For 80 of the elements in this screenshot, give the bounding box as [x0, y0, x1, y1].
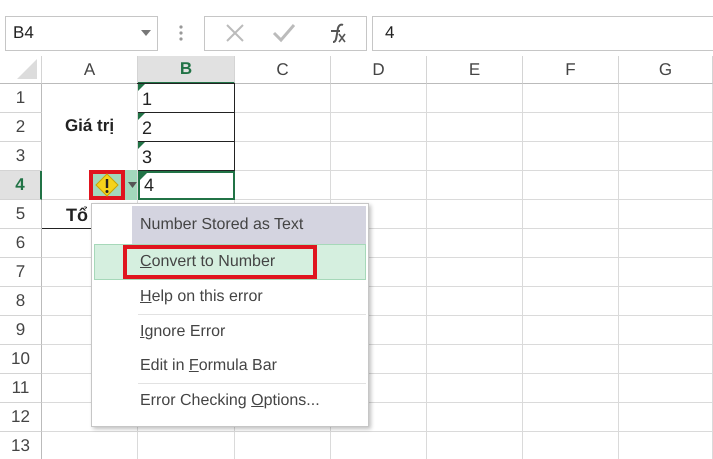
empty-cell[interactable] — [331, 171, 427, 200]
column-header[interactable]: C — [235, 56, 331, 84]
empty-cell[interactable] — [427, 200, 523, 229]
empty-cell[interactable] — [331, 113, 427, 142]
empty-cell[interactable] — [523, 200, 619, 229]
select-all-triangle-icon[interactable] — [17, 59, 37, 79]
row-header[interactable]: 8 — [0, 287, 42, 316]
menu-title: Number Stored as Text — [132, 206, 366, 244]
empty-cell[interactable] — [619, 113, 713, 142]
empty-cell[interactable] — [523, 374, 619, 403]
cell-value[interactable]: 3 — [137, 141, 235, 171]
empty-cell[interactable] — [427, 84, 523, 113]
cell-value[interactable]: 1 — [137, 83, 235, 113]
name-box[interactable]: B4 — [5, 16, 158, 50]
empty-cell[interactable] — [523, 113, 619, 142]
empty-cell[interactable] — [619, 171, 713, 200]
empty-cell[interactable] — [427, 374, 523, 403]
row-header[interactable]: 2 — [0, 113, 42, 142]
empty-cell[interactable] — [619, 287, 713, 316]
empty-cell[interactable] — [523, 84, 619, 113]
empty-cell[interactable] — [427, 316, 523, 345]
empty-cell[interactable] — [523, 316, 619, 345]
empty-cell[interactable] — [331, 142, 427, 171]
empty-cell[interactable] — [619, 374, 713, 403]
empty-cell[interactable] — [235, 84, 331, 113]
empty-cell[interactable] — [427, 171, 523, 200]
column-header[interactable]: E — [427, 56, 523, 84]
column-header[interactable]: F — [523, 56, 619, 84]
empty-cell[interactable] — [619, 316, 713, 345]
caret-icon — [128, 182, 137, 188]
empty-cell[interactable] — [427, 142, 523, 171]
empty-cell[interactable] — [619, 258, 713, 287]
column-header[interactable]: B — [138, 56, 235, 84]
column-header[interactable]: A — [42, 56, 138, 84]
empty-cell[interactable] — [427, 113, 523, 142]
empty-cell[interactable] — [619, 345, 713, 374]
formula-field[interactable]: 4 — [372, 16, 713, 50]
menu-item[interactable]: Error Checking Options... — [94, 384, 366, 418]
row-header[interactable]: 5 — [0, 200, 42, 229]
dropdown-caret-icon[interactable] — [141, 30, 151, 36]
menu-item[interactable]: Edit in Formula Bar — [94, 349, 366, 383]
empty-cell[interactable] — [523, 142, 619, 171]
menu-item[interactable]: Convert to Number — [123, 245, 317, 279]
grip-icon[interactable] — [179, 25, 183, 41]
row-header[interactable]: 7 — [0, 258, 42, 287]
empty-cell[interactable] — [523, 171, 619, 200]
empty-cell[interactable] — [523, 345, 619, 374]
empty-cell[interactable] — [619, 403, 713, 432]
empty-cell[interactable] — [619, 84, 713, 113]
column-header[interactable]: D — [331, 56, 427, 84]
empty-cell[interactable] — [331, 84, 427, 113]
menu-item[interactable]: Ignore Error — [94, 315, 366, 349]
row-header[interactable]: 3 — [0, 142, 42, 171]
cell-value[interactable]: 2 — [137, 112, 235, 142]
empty-cell[interactable] — [235, 113, 331, 142]
empty-cell[interactable] — [523, 258, 619, 287]
empty-cell[interactable] — [235, 171, 331, 200]
error-options-button[interactable] — [89, 170, 137, 200]
empty-cell[interactable] — [619, 200, 713, 229]
empty-cell[interactable] — [235, 142, 331, 171]
empty-cell[interactable] — [427, 345, 523, 374]
empty-cell[interactable] — [427, 287, 523, 316]
empty-cell[interactable] — [619, 142, 713, 171]
row-header[interactable]: 6 — [0, 229, 42, 258]
row-header[interactable]: 12 — [0, 403, 42, 432]
row-header[interactable]: 4 — [0, 171, 42, 200]
warning-icon — [95, 173, 119, 197]
row-header[interactable]: 9 — [0, 316, 42, 345]
empty-cell[interactable] — [523, 287, 619, 316]
row-header[interactable]: 11 — [0, 374, 42, 403]
column-header[interactable]: G — [619, 56, 713, 84]
row-header[interactable]: 10 — [0, 345, 42, 374]
empty-cell[interactable] — [427, 403, 523, 432]
empty-cell[interactable] — [427, 229, 523, 258]
empty-cell[interactable] — [523, 403, 619, 432]
empty-cell[interactable] — [427, 258, 523, 287]
row-header[interactable]: 1 — [0, 84, 42, 113]
empty-cell[interactable] — [523, 229, 619, 258]
menu-item[interactable]: Help on this error — [94, 280, 366, 314]
empty-cell[interactable] — [619, 229, 713, 258]
